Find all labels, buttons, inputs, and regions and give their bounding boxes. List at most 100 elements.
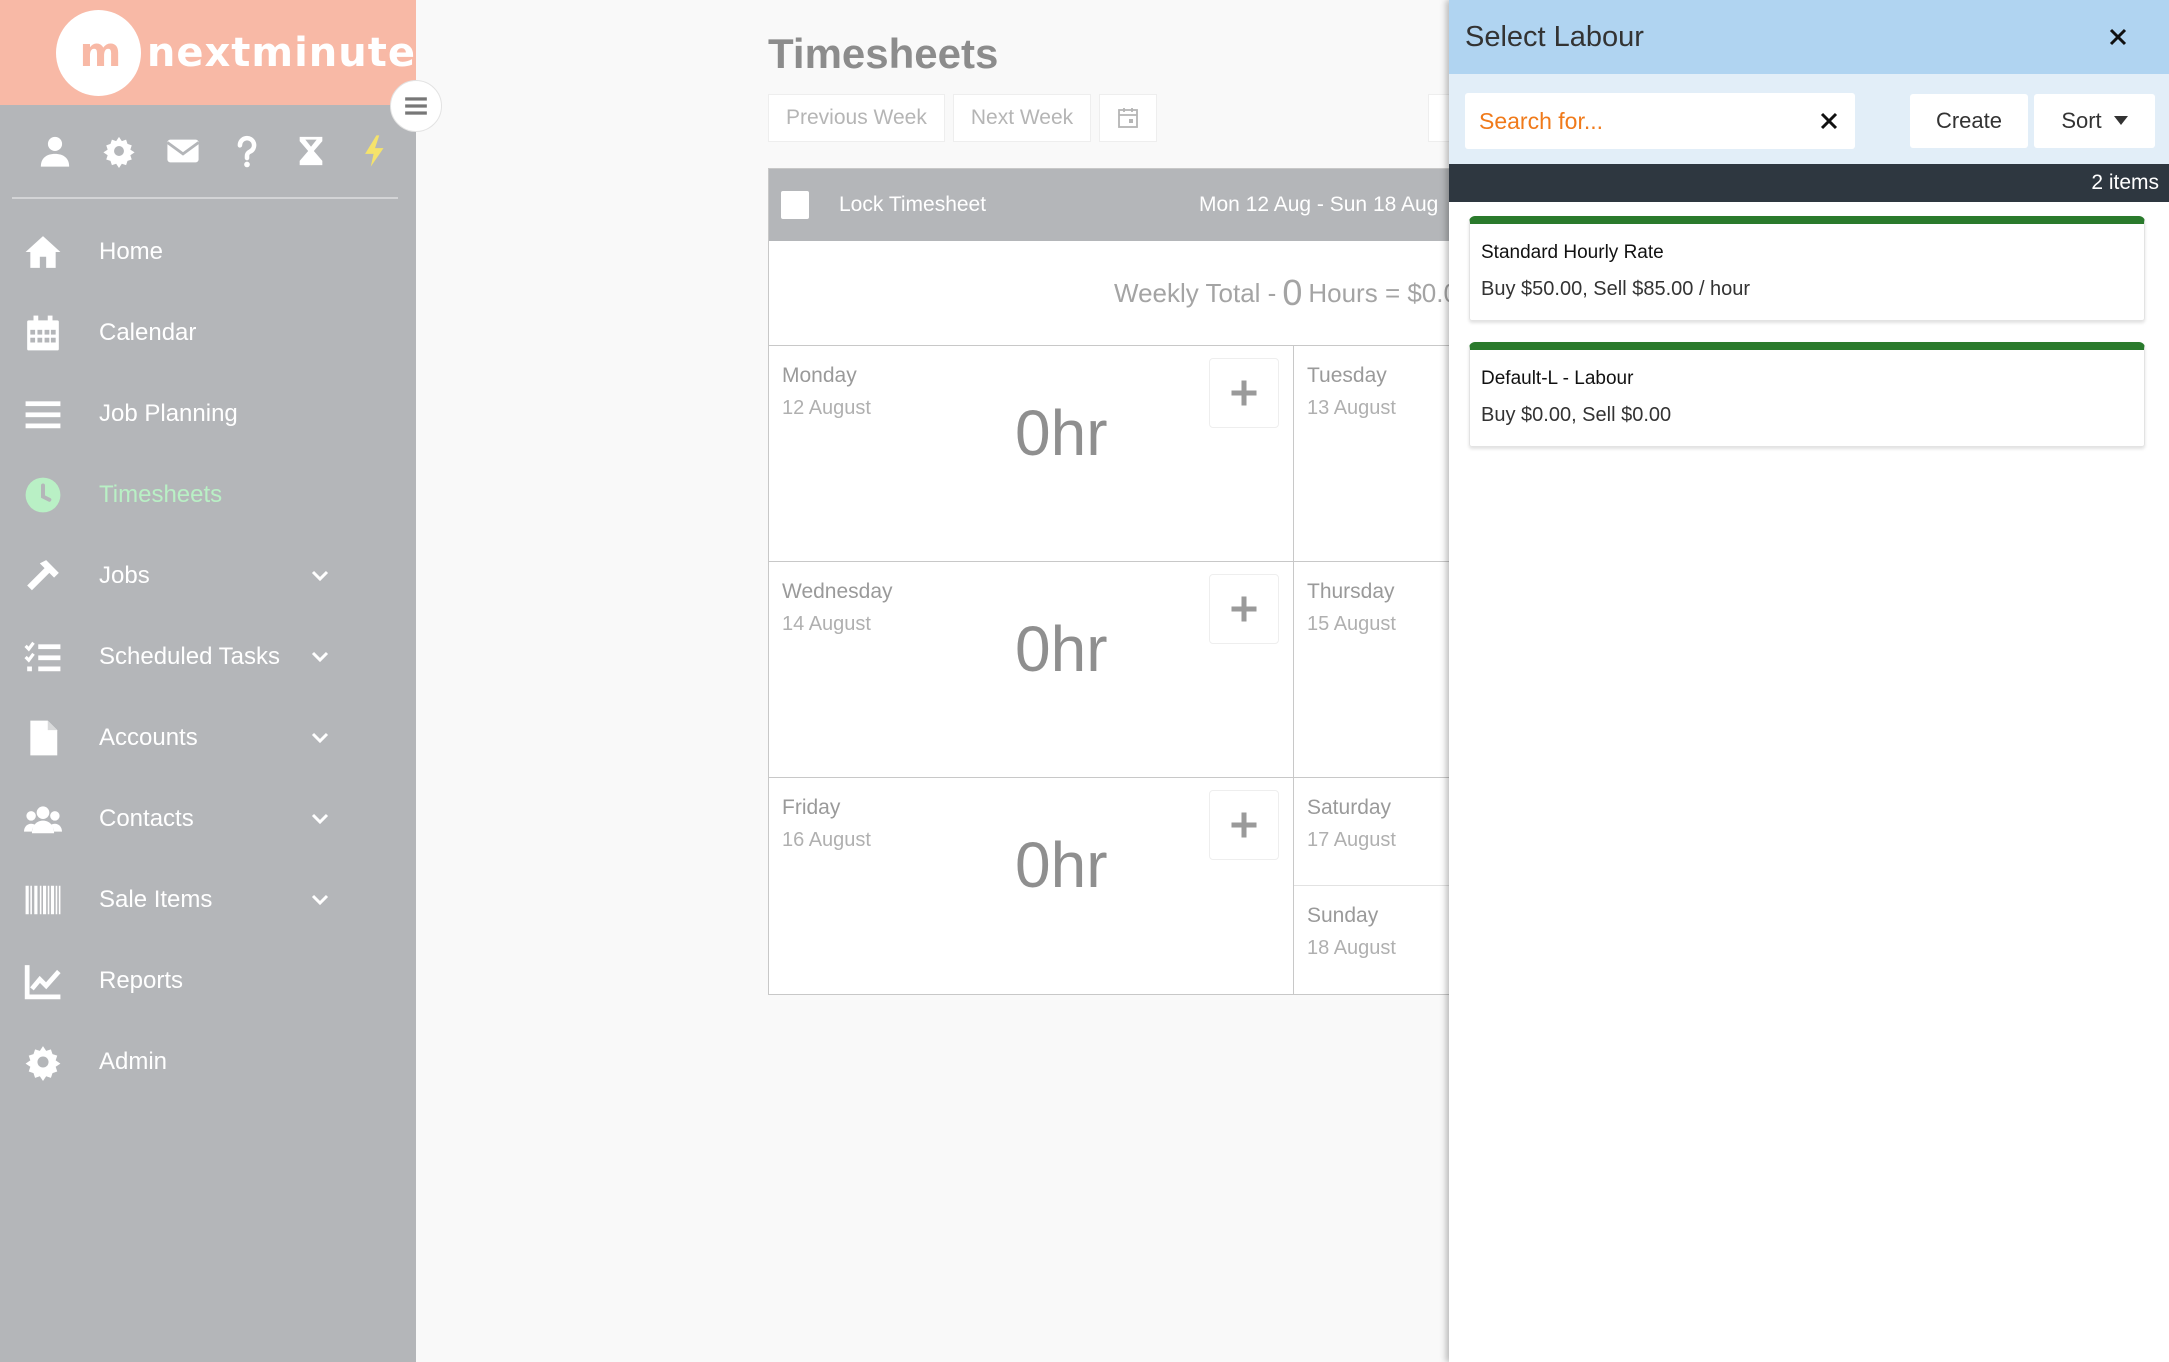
search-input[interactable] (1465, 94, 1805, 148)
mail-icon[interactable] (162, 130, 204, 172)
user-icon[interactable] (34, 130, 76, 172)
hourglass-icon[interactable] (290, 130, 332, 172)
labour-item[interactable]: Default-L - Labour Buy $0.00, Sell $0.00 (1469, 342, 2145, 447)
nav-label: Accounts (99, 723, 198, 751)
previous-week-button[interactable]: Previous Week (768, 94, 945, 142)
page-title: Timesheets (768, 30, 999, 77)
nav-label: Timesheets (99, 480, 223, 508)
weekly-total: Weekly Total - 0 Hours = $0.0 (769, 241, 1467, 346)
nav-label: Admin (99, 1047, 168, 1075)
week-range: Mon 12 Aug - Sun 18 Aug (1199, 193, 1439, 216)
create-button[interactable]: Create (1910, 94, 2028, 148)
chart-line-icon (22, 960, 64, 1002)
add-entry-button[interactable] (1209, 574, 1279, 644)
nav-item-job-planning[interactable]: Job Planning (0, 373, 416, 454)
nav-item-timesheets[interactable]: Timesheets (0, 454, 416, 535)
question-icon[interactable] (226, 130, 268, 172)
item-count: 2 items (2091, 171, 2159, 194)
nav-item-reports[interactable]: Reports (0, 940, 416, 1021)
chevron-down-icon[interactable] (308, 563, 332, 587)
weekly-total-hours: 0 (1282, 272, 1303, 313)
home-icon (22, 231, 64, 273)
calendar-icon (22, 312, 64, 354)
date-picker-button[interactable] (1099, 94, 1158, 142)
add-entry-button[interactable] (1209, 790, 1279, 860)
gear-icon[interactable] (98, 130, 140, 172)
file-icon (22, 717, 64, 759)
day-name: Wednesday (782, 580, 893, 603)
add-entry-button[interactable] (1209, 358, 1279, 428)
quick-icons (12, 105, 398, 199)
day-date: 14 August (782, 613, 871, 635)
day-name: Sunday (1307, 904, 1379, 927)
nav-label: Home (99, 237, 164, 265)
clock-icon (22, 474, 64, 516)
day-name: Monday (782, 364, 857, 387)
weekly-total-suffix: Hours = $0.0 (1308, 277, 1458, 308)
users-icon (22, 798, 64, 840)
chevron-down-icon[interactable] (308, 644, 332, 668)
nav-item-jobs[interactable]: Jobs (0, 535, 416, 616)
main-nav: Home Calendar Job Planning Timesheets Jo… (0, 211, 416, 1102)
day-date: 15 August (1307, 613, 1396, 635)
nav-item-scheduled-tasks[interactable]: Scheduled Tasks (0, 616, 416, 697)
day-cell-thursday: Thursday 15 August (1294, 562, 1469, 778)
nav-item-contacts[interactable]: Contacts (0, 778, 416, 859)
day-date: 16 August (782, 829, 871, 851)
chevron-down-icon[interactable] (308, 887, 332, 911)
day-cell-monday: Monday 12 August 0hr (769, 346, 1294, 562)
main-content: Timesheets Previous Week Next Week Lock … (416, 0, 1469, 1362)
nav-item-accounts[interactable]: Accounts (0, 697, 416, 778)
day-cell-sunday: Sunday 18 August (1294, 886, 1469, 994)
day-name: Friday (782, 796, 841, 819)
next-week-button[interactable]: Next Week (952, 94, 1092, 142)
day-date: 12 August (782, 397, 871, 419)
hammer-icon (22, 555, 64, 597)
day-date: 13 August (1307, 397, 1396, 419)
days-grid: Monday 12 August 0hr Tuesday 13 August W… (769, 346, 1469, 994)
nav-label: Job Planning (99, 399, 238, 427)
week-toolbar: Previous Week Next Week (768, 94, 1158, 142)
nav-label: Reports (99, 966, 184, 994)
close-panel-button[interactable] (2103, 22, 2133, 52)
nav-label: Calendar (99, 318, 197, 346)
app-root: m nextminute Home Calendar Job Planning … (0, 0, 2169, 1362)
nav-item-calendar[interactable]: Calendar (0, 292, 416, 373)
nav-label: Scheduled Tasks (99, 642, 281, 670)
calendar-icon (1118, 108, 1139, 128)
hamburger-icon (405, 97, 427, 115)
nav-item-admin[interactable]: Admin (0, 1021, 416, 1102)
labour-item-name: Standard Hourly Rate (1481, 242, 1664, 263)
labour-item-name: Default-L - Labour (1481, 368, 1634, 389)
lock-timesheet-checkbox[interactable] (781, 191, 809, 219)
chevron-down-icon[interactable] (308, 725, 332, 749)
panel-toolbar: Create Sort (1449, 74, 2169, 164)
day-cell-wednesday: Wednesday 14 August 0hr (769, 562, 1294, 778)
panel-title: Select Labour (1465, 20, 1644, 53)
timesheet: Lock Timesheet Mon 12 Aug - Sun 18 Aug W… (768, 168, 1469, 995)
task-list-icon (22, 636, 64, 678)
labour-item[interactable]: Standard Hourly Rate Buy $50.00, Sell $8… (1469, 216, 2145, 321)
lightning-icon[interactable] (354, 130, 396, 172)
nav-label: Sale Items (99, 885, 213, 913)
day-name: Thursday (1307, 580, 1395, 603)
chevron-down-icon[interactable] (308, 806, 332, 830)
clear-search-icon[interactable] (1819, 111, 1839, 131)
day-name: Saturday (1307, 796, 1392, 819)
day-cell-friday: Friday 16 August 0hr (769, 778, 1294, 994)
day-hours: 0hr (1015, 397, 1108, 469)
nav-item-sale-items[interactable]: Sale Items (0, 859, 416, 940)
day-hours: 0hr (1015, 829, 1108, 901)
lock-timesheet-label: Lock Timesheet (839, 193, 987, 216)
sidebar-toggle-button[interactable] (390, 80, 442, 132)
nav-item-home[interactable]: Home (0, 211, 416, 292)
sort-button[interactable]: Sort (2034, 94, 2155, 148)
timesheet-header: Lock Timesheet Mon 12 Aug - Sun 18 Aug (769, 169, 1467, 241)
labour-item-price: Buy $50.00, Sell $85.00 / hour (1481, 278, 1751, 300)
weekly-total-prefix: Weekly Total - (1114, 277, 1277, 308)
sidebar: m nextminute Home Calendar Job Planning … (0, 0, 416, 1362)
nav-label: Contacts (99, 804, 194, 832)
plus-icon (1231, 380, 1257, 406)
day-date: 17 August (1307, 829, 1396, 851)
close-icon (2109, 28, 2127, 46)
